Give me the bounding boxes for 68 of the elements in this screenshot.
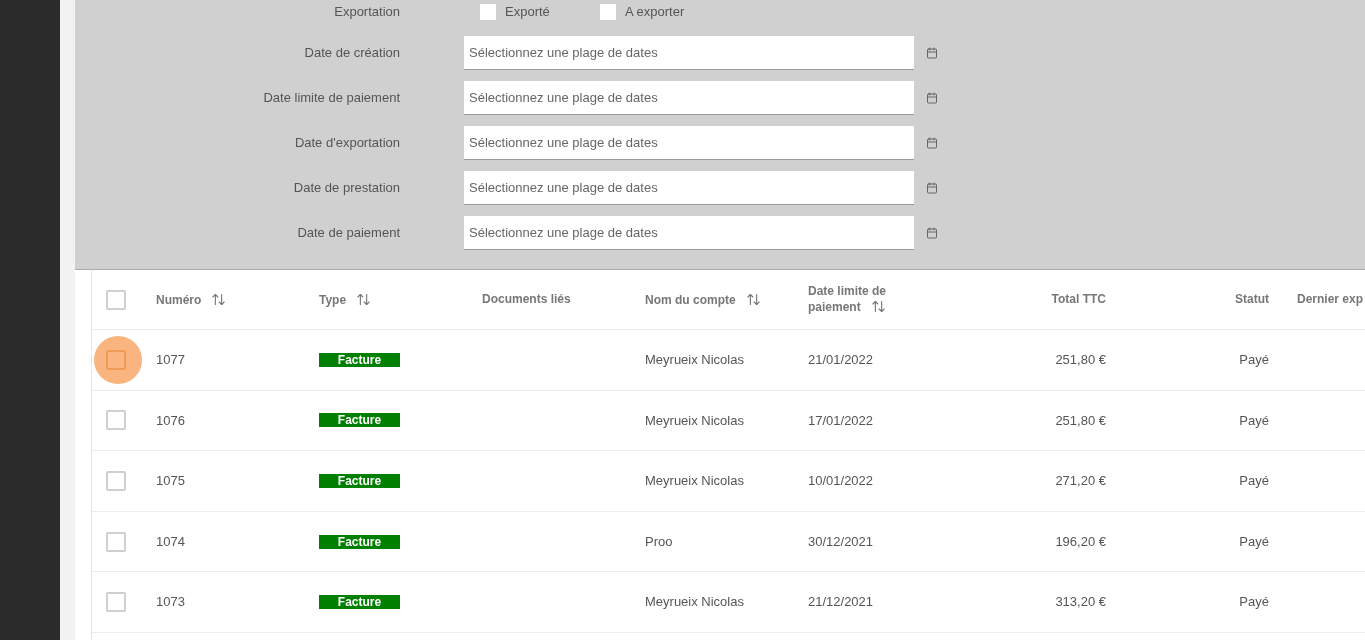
status-text: Payé: [1239, 472, 1269, 491]
due-date: 17/01/2022: [808, 411, 874, 430]
calendar-icon[interactable]: [926, 92, 938, 104]
total-amount: 251,80 €: [1055, 351, 1106, 370]
account-name: Meyrueix Nicolas: [645, 472, 744, 491]
status-text: Payé: [1239, 532, 1269, 551]
column-header[interactable]: Date limite de paiement: [808, 284, 933, 315]
row-checkbox[interactable]: [106, 592, 126, 613]
total-amount: 196,20 €: [1055, 532, 1106, 551]
due-date: 21/01/2022: [808, 351, 874, 370]
status-text: Payé: [1239, 593, 1269, 612]
status-text: Payé: [1239, 411, 1269, 430]
column-header[interactable]: Nom du compte: [645, 291, 761, 308]
sort-icon[interactable]: [745, 291, 761, 307]
type-badge: Facture: [319, 413, 400, 428]
invoice-number: 1076: [156, 411, 185, 430]
column-header[interactable]: Type: [319, 291, 372, 308]
option-label: Exporté: [505, 3, 550, 22]
column-header: Documents liés: [482, 292, 571, 307]
date-range-field[interactable]: Sélectionnez une plage de dates: [464, 126, 914, 160]
column-header: Statut: [1235, 292, 1269, 307]
date-range-field[interactable]: Sélectionnez une plage de dates: [464, 36, 914, 70]
row-checkbox[interactable]: [106, 531, 126, 552]
type-badge: Facture: [319, 352, 400, 367]
type-badge: Facture: [319, 474, 400, 488]
sort-icon[interactable]: [211, 291, 227, 307]
filter-label: Date d'exportation: [293, 134, 400, 153]
account-name: Meyrueix Nicolas: [645, 351, 744, 370]
date-range-field[interactable]: Sélectionnez une plage de dates: [464, 216, 914, 250]
select-all-checkbox[interactable]: [106, 289, 126, 310]
calendar-icon[interactable]: [926, 227, 938, 239]
filter-label: Date de paiement: [296, 224, 400, 243]
status-text: Payé: [1239, 351, 1269, 370]
account-name: Proo: [645, 532, 673, 551]
type-badge: Facture: [319, 595, 400, 610]
calendar-icon[interactable]: [926, 137, 938, 149]
column-header[interactable]: Numéro: [156, 291, 227, 308]
date-range-field[interactable]: Sélectionnez une plage de dates: [464, 81, 914, 115]
date-range-field[interactable]: Sélectionnez une plage de dates: [464, 171, 914, 205]
row-checkbox[interactable]: [106, 349, 126, 370]
sort-icon[interactable]: [356, 291, 372, 307]
column-header: Total TTC: [1051, 292, 1106, 307]
type-badge: Facture: [319, 534, 400, 549]
total-amount: 251,80 €: [1055, 411, 1106, 430]
account-name: Meyrueix Nicolas: [645, 593, 744, 612]
total-amount: 313,20 €: [1055, 593, 1106, 612]
invoice-number: 1075: [156, 472, 185, 491]
invoice-number: 1074: [156, 532, 185, 551]
option-label: A exporter: [625, 3, 685, 22]
checkbox[interactable]: [600, 4, 616, 20]
filter-label: Date de création: [303, 44, 400, 63]
calendar-icon[interactable]: [926, 182, 938, 194]
calendar-icon[interactable]: [926, 47, 938, 59]
row-checkbox[interactable]: [106, 410, 126, 431]
due-date: 10/01/2022: [808, 472, 874, 491]
checkbox[interactable]: [480, 4, 496, 20]
filter-label: Exportation: [333, 3, 400, 22]
invoice-number: 1073: [156, 593, 185, 612]
invoice-number: 1077: [156, 351, 185, 370]
column-header: Dernier exp: [1297, 292, 1364, 307]
row-checkbox[interactable]: [106, 471, 126, 491]
due-date: 21/12/2021: [808, 593, 874, 612]
filter-label: Date de prestation: [292, 179, 400, 198]
total-amount: 271,20 €: [1055, 472, 1106, 491]
sort-icon[interactable]: [870, 299, 886, 314]
filter-label: Date limite de paiement: [262, 89, 400, 108]
account-name: Meyrueix Nicolas: [645, 411, 744, 430]
due-date: 30/12/2021: [808, 532, 874, 551]
